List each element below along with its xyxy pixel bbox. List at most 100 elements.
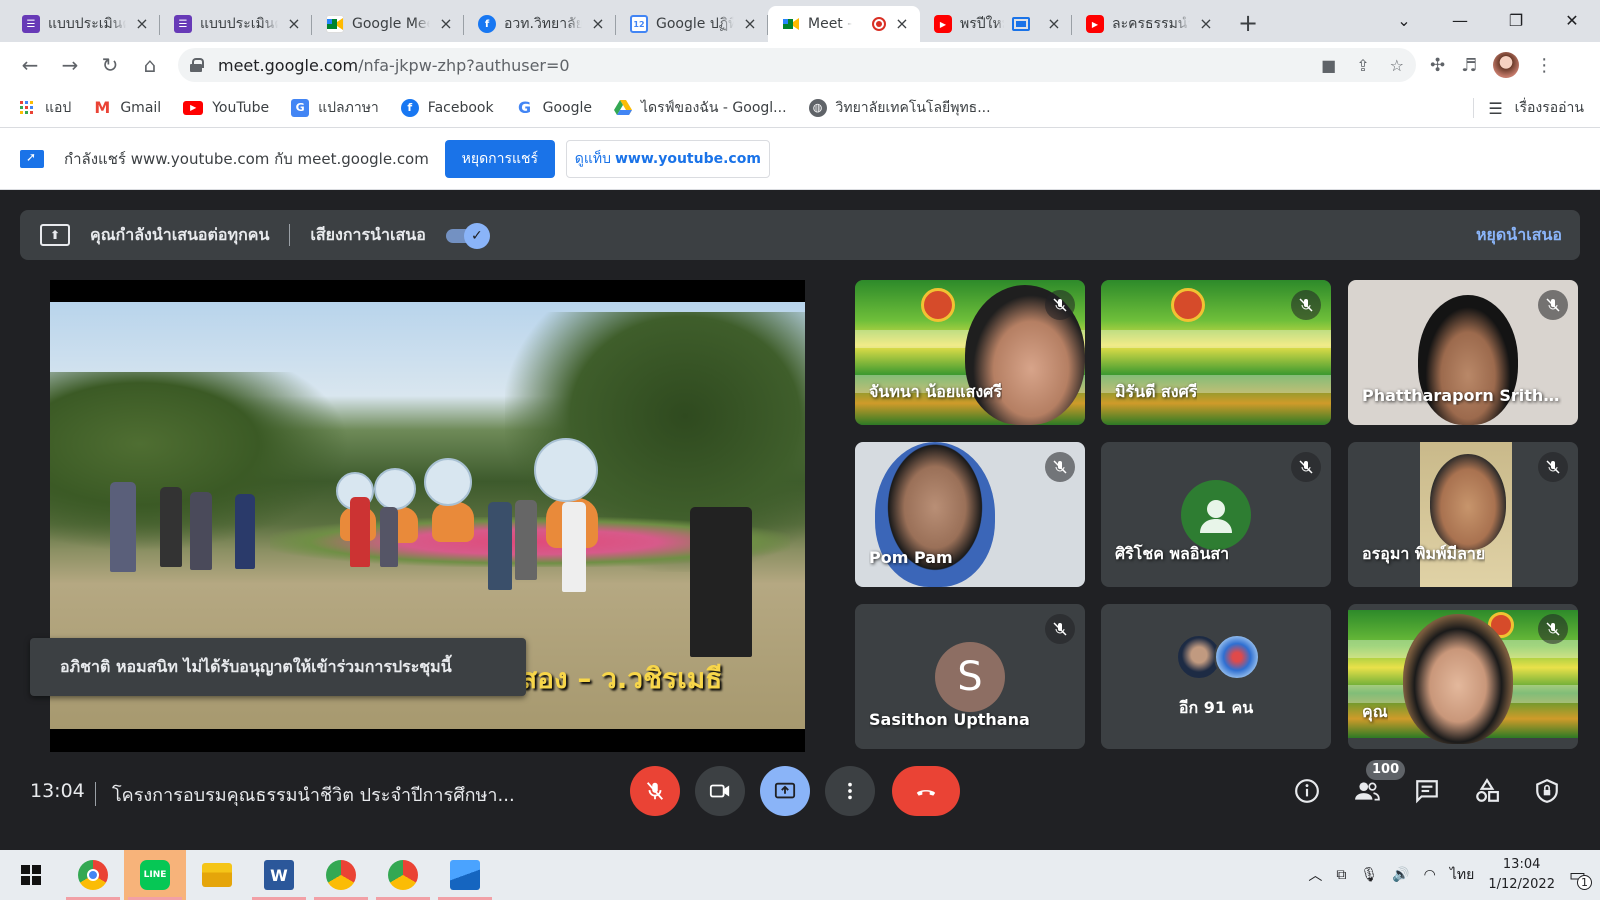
participant-tile[interactable]: Pom Pam xyxy=(855,442,1085,587)
bookmark-star-icon[interactable]: ☆ xyxy=(1390,56,1404,75)
tray-clock[interactable]: 13:04 1/12/2022 xyxy=(1488,855,1555,895)
meeting-clock: 13:04 xyxy=(30,780,85,802)
mic-off-icon xyxy=(1291,452,1321,482)
profile-avatar[interactable] xyxy=(1493,52,1520,78)
tab-youtube-drama[interactable]: ▶ ละครธรรมนำ × xyxy=(1072,6,1224,42)
reading-list[interactable]: ☰ เรื่องรออ่าน xyxy=(1473,88,1584,128)
new-tab-button[interactable]: + xyxy=(1230,6,1266,42)
tab-search-chevron-icon[interactable]: ⌄ xyxy=(1376,0,1432,40)
participant-tile[interactable]: มิรันตี สงศรี xyxy=(1101,280,1331,425)
address-bar[interactable]: meet.google.com/nfa-jkpw-zhp?authuser=0 … xyxy=(178,48,1416,82)
bookmark-google[interactable]: G Google xyxy=(516,98,592,117)
youtube-icon: ▶ xyxy=(934,15,952,33)
mic-off-icon xyxy=(1538,452,1568,482)
taskbar-file-explorer[interactable] xyxy=(186,850,248,900)
close-icon[interactable]: × xyxy=(894,16,910,32)
chat-button[interactable] xyxy=(1404,768,1450,814)
close-icon[interactable]: × xyxy=(1046,16,1062,32)
mic-toggle-button[interactable] xyxy=(630,766,680,816)
presentation-audio-toggle[interactable]: ✓ xyxy=(445,223,492,249)
more-participants-tile[interactable]: อีก 91 คน xyxy=(1101,604,1331,749)
taskbar-line[interactable]: LINE xyxy=(124,850,186,900)
taskbar-chrome-profile-1[interactable] xyxy=(310,850,372,900)
lock-icon[interactable] xyxy=(190,58,204,72)
host-controls-button[interactable] xyxy=(1524,768,1570,814)
extensions-icon[interactable]: ✣ xyxy=(1430,55,1445,76)
stop-presenting-button[interactable]: หยุดนำเสนอ xyxy=(1476,223,1562,248)
participant-tile[interactable]: Phattharaporn Sritha... xyxy=(1348,280,1578,425)
tab-forms-2[interactable]: ☰ แบบประเมินค × xyxy=(160,6,312,42)
mic-off-icon xyxy=(1538,614,1568,644)
reading-list-icon: ☰ xyxy=(1488,98,1503,118)
self-view-tile[interactable]: คุณ xyxy=(1348,604,1578,749)
presenting-banner: ⬆ คุณกำลังนำเสนอต่อทุกคน เสียงการนำเสนอ … xyxy=(20,210,1580,260)
bookmark-translate[interactable]: G แปลภาษา xyxy=(291,97,379,119)
device-icon[interactable]: ⧉ xyxy=(1336,867,1346,883)
url-path: /nfa-jkpw-zhp?authuser=0 xyxy=(358,55,570,75)
bookmark-label: แอป xyxy=(45,99,72,116)
more-vert-icon xyxy=(848,782,852,800)
bookmark-gmail[interactable]: M Gmail xyxy=(93,98,161,117)
leave-call-button[interactable] xyxy=(892,766,960,816)
window-controls: ⌄ — ❐ ✕ xyxy=(1376,0,1600,42)
participant-tile[interactable]: จันทนา น้อยแสงศรี xyxy=(855,280,1085,425)
notification-center-icon[interactable]: ▭ 1 xyxy=(1569,865,1592,890)
participant-tile[interactable]: S Sasithon Upthana xyxy=(855,604,1085,749)
close-icon[interactable]: × xyxy=(438,16,454,32)
tab-youtube-newyear[interactable]: ▶ พรปีใหม่ × xyxy=(920,6,1072,42)
input-language[interactable]: ไทย xyxy=(1450,864,1474,886)
start-button[interactable] xyxy=(0,850,62,900)
bookmark-college[interactable]: ◍ วิทยาลัยเทคโนโลยีพุทธ... xyxy=(808,97,991,119)
restore-button[interactable]: ❐ xyxy=(1488,0,1544,40)
sharing-status-text: กำลังแชร์ www.youtube.com กับ meet.googl… xyxy=(64,149,429,168)
reload-button[interactable]: ↻ xyxy=(90,47,130,83)
participant-tile[interactable]: อรอุมา พิมพ์มีลาย xyxy=(1348,442,1578,587)
more-options-button[interactable] xyxy=(825,766,875,816)
tab-forms-1[interactable]: ☰ แบบประเมินค × xyxy=(8,6,160,42)
folder-icon xyxy=(202,863,232,887)
back-button[interactable]: ← xyxy=(10,47,50,83)
denied-entry-toast: อภิชาติ หอมสนิท ไม่ได้รับอนุญาตให้เข้าร่… xyxy=(30,638,526,696)
show-hidden-icons-chevron-icon[interactable]: ︿ xyxy=(1308,865,1322,885)
participant-name: คุณ xyxy=(1362,702,1388,721)
tab-google-meet[interactable]: Google Meet × xyxy=(312,6,464,42)
camera-toggle-button[interactable] xyxy=(695,766,745,816)
volume-icon[interactable]: 🔊 xyxy=(1392,867,1409,883)
home-button[interactable]: ⌂ xyxy=(130,47,170,83)
close-window-button[interactable]: ✕ xyxy=(1544,0,1600,40)
bookmark-youtube[interactable]: ▶ YouTube xyxy=(183,100,269,116)
present-now-button[interactable] xyxy=(760,766,810,816)
forward-button[interactable]: → xyxy=(50,47,90,83)
tab-meet-active[interactable]: Meet - × xyxy=(768,6,920,42)
minimize-button[interactable]: — xyxy=(1432,0,1488,40)
close-icon[interactable]: × xyxy=(134,16,150,32)
close-icon[interactable]: × xyxy=(286,16,302,32)
menu-kebab-icon[interactable]: ⋮ xyxy=(1535,55,1553,76)
bookmark-drive[interactable]: ไดรฟ์ของฉัน - Googl... xyxy=(613,97,787,119)
taskbar-word[interactable]: W xyxy=(248,850,310,900)
view-tab-button[interactable]: ดูแท็บ www.youtube.com xyxy=(565,139,770,178)
close-icon[interactable]: × xyxy=(590,16,606,32)
taskbar-photos[interactable] xyxy=(434,850,496,900)
meet-icon xyxy=(782,15,800,33)
microphone-icon[interactable]: 🎙 xyxy=(1360,867,1378,883)
wifi-icon[interactable]: ◠ xyxy=(1424,867,1436,883)
camera-in-use-icon[interactable]: ■ xyxy=(1321,56,1336,75)
tab-facebook[interactable]: f อวท.วิทยาลัย × xyxy=(464,6,616,42)
media-control-icon[interactable]: ♬ xyxy=(1461,55,1477,76)
meet-icon xyxy=(326,15,344,33)
participant-tile[interactable]: ศิริโชค พลอินสา xyxy=(1101,442,1331,587)
taskbar-chrome-profile-2[interactable] xyxy=(372,850,434,900)
participant-name: Phattharaporn Sritha... xyxy=(1362,386,1562,405)
bookmark-apps[interactable]: แอป xyxy=(18,97,71,119)
meeting-details-button[interactable] xyxy=(1284,768,1330,814)
tab-google-calendar[interactable]: 12 Google ปฏิทิน × xyxy=(616,6,768,42)
stop-sharing-button[interactable]: หยุดการแชร์ xyxy=(444,139,555,178)
bookmark-facebook[interactable]: f Facebook xyxy=(400,98,494,117)
activities-button[interactable] xyxy=(1464,768,1510,814)
close-icon[interactable]: × xyxy=(742,16,758,32)
browser-toolbar: ← → ↻ ⌂ meet.google.com/nfa-jkpw-zhp?aut… xyxy=(0,42,1600,88)
taskbar-chrome[interactable] xyxy=(62,850,124,900)
close-icon[interactable]: × xyxy=(1198,16,1214,32)
share-icon[interactable]: ⇪ xyxy=(1356,56,1369,75)
